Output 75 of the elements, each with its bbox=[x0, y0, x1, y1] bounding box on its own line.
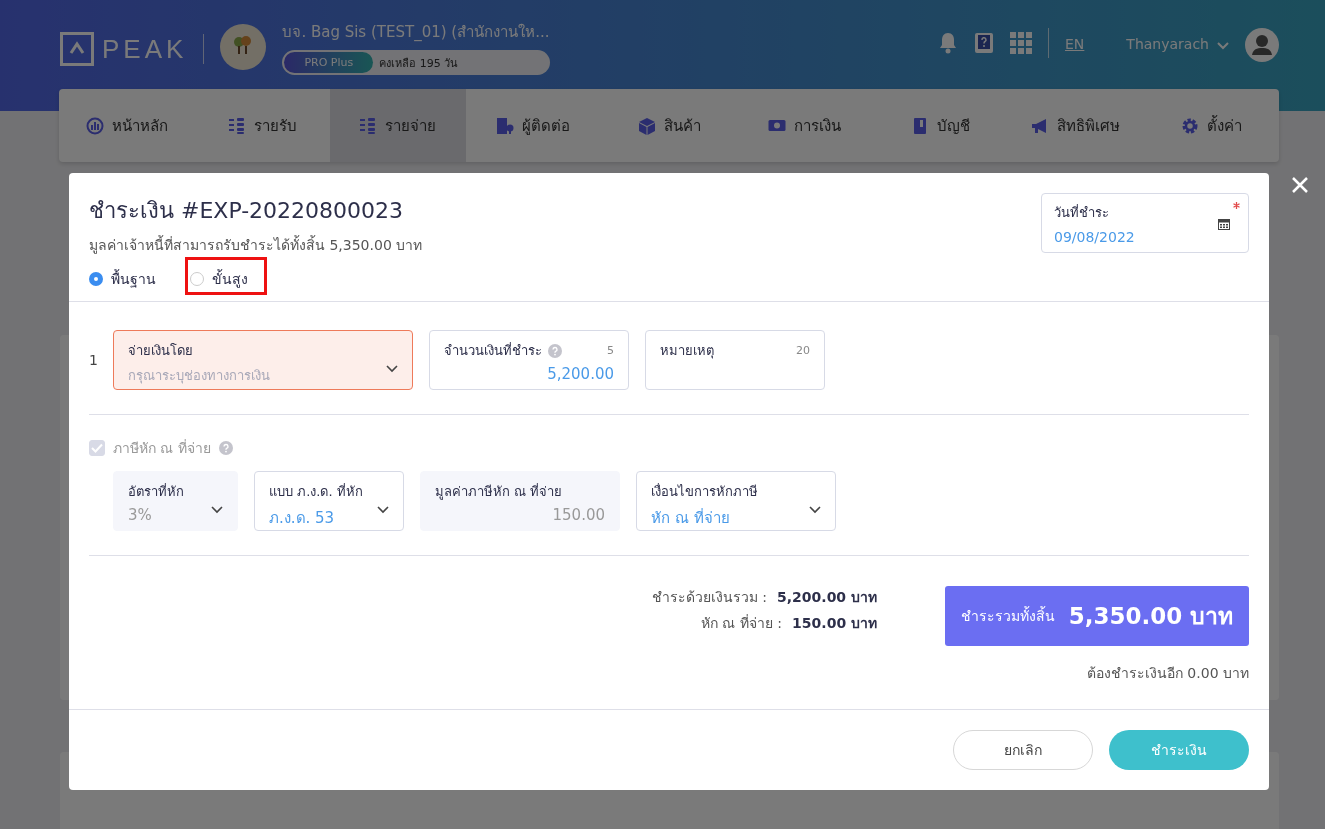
company-name[interactable]: บจ. Bag Sis (TEST_01) (สำนักงานให... bbox=[282, 20, 550, 44]
language-link[interactable]: EN bbox=[1065, 36, 1085, 52]
radio-label: ขั้นสูง bbox=[212, 268, 248, 290]
avatar-icon[interactable] bbox=[1245, 28, 1279, 62]
chevron-down-icon bbox=[211, 506, 223, 514]
chevron-down-icon[interactable] bbox=[1217, 42, 1229, 50]
total-amount: 5,350.00 บาท bbox=[1068, 602, 1234, 631]
radio-label: พื้นฐาน bbox=[111, 268, 156, 290]
nav-tab[interactable]: ตั้งค่า bbox=[1143, 89, 1279, 162]
field-placeholder: กรุณาระบุช่องทางการเงิน bbox=[128, 367, 270, 386]
help-icon[interactable] bbox=[218, 441, 233, 455]
help-book-icon[interactable] bbox=[974, 32, 994, 54]
field-value: ภ.ง.ด. 53 bbox=[269, 508, 335, 529]
dialog-subtitle: มูลค่าเจ้าหนี้ที่สามารถรับชำระได้ทั้งสิ้น 5,350.00 บาท bbox=[89, 234, 423, 256]
character-count: 5 bbox=[607, 344, 614, 357]
company-logo-icon bbox=[220, 24, 267, 70]
field-value: หัก ณ ที่จ่าย bbox=[651, 507, 730, 529]
field-label: มูลค่าภาษีหัก ณ ที่จ่าย bbox=[435, 482, 564, 502]
nav-tab[interactable]: สิทธิพิเศษ bbox=[1007, 89, 1144, 162]
chevron-down-icon bbox=[386, 365, 398, 373]
field-label: จ่ายเงินโดย bbox=[128, 342, 194, 360]
cube-icon bbox=[637, 116, 656, 135]
field-label: วันที่ชำระ bbox=[1054, 203, 1110, 222]
apps-grid-icon[interactable] bbox=[1010, 32, 1032, 54]
plan-name: PRO Plus bbox=[284, 52, 374, 73]
help-icon[interactable] bbox=[548, 343, 562, 358]
chevron-down-icon bbox=[377, 506, 389, 514]
total-label: ชำระรวมทั้งสิ้น bbox=[960, 605, 1055, 626]
amount-value: 5,200.00 bbox=[547, 365, 614, 383]
bell-icon[interactable] bbox=[938, 32, 958, 54]
close-icon[interactable] bbox=[1291, 176, 1309, 194]
note-field[interactable]: หมายเหตุ 20 bbox=[645, 330, 825, 390]
character-count: 20 bbox=[796, 344, 810, 357]
field-label: หมายเหตุ bbox=[660, 342, 714, 361]
outstanding-text: ต้องชำระเงินอีก 0.00 บาท bbox=[1086, 664, 1249, 683]
nav-tab[interactable]: หน้าหลัก bbox=[59, 89, 195, 162]
nav-tab[interactable]: รายรับ bbox=[194, 89, 331, 162]
pay-button[interactable]: ชำระเงิน bbox=[1109, 730, 1249, 770]
field-label: เงื่อนไขการหักภาษี bbox=[651, 482, 759, 501]
date-value: 09/08/2022 bbox=[1054, 229, 1136, 245]
dialog-title: ชำระเงิน #EXP-20220800023 bbox=[89, 197, 405, 225]
nav-tab[interactable]: สินค้า bbox=[601, 89, 737, 162]
date-field[interactable]: วันที่ชำระ 09/08/2022 bbox=[1041, 193, 1249, 253]
gauge-icon bbox=[85, 116, 104, 135]
field-label: อัตราที่หัก bbox=[128, 482, 185, 501]
radio-icon[interactable] bbox=[89, 272, 103, 286]
settings-icon bbox=[1180, 116, 1199, 135]
radio-option[interactable]: พื้นฐาน bbox=[89, 268, 156, 290]
days-remaining: คงเหลือ 195 วัน bbox=[378, 55, 460, 72]
nav-tab[interactable]: รายจ่าย bbox=[330, 89, 466, 162]
nav-tab[interactable]: การเงิน bbox=[736, 89, 873, 162]
field-label: แบบ ภ.ง.ด. ที่หัก bbox=[269, 482, 364, 501]
summary-label: ชำระด้วยเงินรวม : bbox=[651, 588, 768, 607]
amount-field[interactable]: จำนวนเงินที่ชำระ 5 5,200.00 bbox=[429, 330, 629, 390]
field-value: 150.00 bbox=[552, 506, 605, 524]
summary-label: หัก ณ ที่จ่าย : bbox=[701, 613, 783, 633]
summary-value: 5,200.00 บาท bbox=[777, 588, 877, 607]
user-name[interactable]: Thanyarach bbox=[1126, 36, 1209, 52]
logo-icon bbox=[60, 32, 94, 66]
calendar-icon[interactable] bbox=[1218, 218, 1230, 230]
chevron-down-icon bbox=[809, 506, 821, 514]
field-label: จำนวนเงินที่ชำระ bbox=[444, 341, 542, 360]
coin-stack-icon bbox=[359, 116, 378, 135]
logo-text: PEAK bbox=[102, 33, 188, 65]
row-number: 1 bbox=[89, 352, 97, 368]
summary-value: 150.00 บาท bbox=[792, 614, 877, 633]
field-value: 3% bbox=[128, 506, 152, 524]
coin-stack-icon bbox=[227, 116, 246, 135]
radio-option[interactable]: ขั้นสูง bbox=[190, 268, 248, 290]
nav-tab[interactable]: บัญชี bbox=[872, 89, 1008, 162]
nav-tab[interactable]: ผู้ติดต่อ bbox=[465, 89, 602, 162]
payment-method-dropdown[interactable]: จ่ายเงินโดย กรุณาระบุช่องทางการเงิน bbox=[113, 330, 413, 390]
cancel-button[interactable]: ยกเลิก bbox=[953, 730, 1093, 770]
building-icon bbox=[496, 116, 515, 135]
checkbox-label: ภาษีหัก ณ ที่จ่าย bbox=[113, 438, 211, 458]
